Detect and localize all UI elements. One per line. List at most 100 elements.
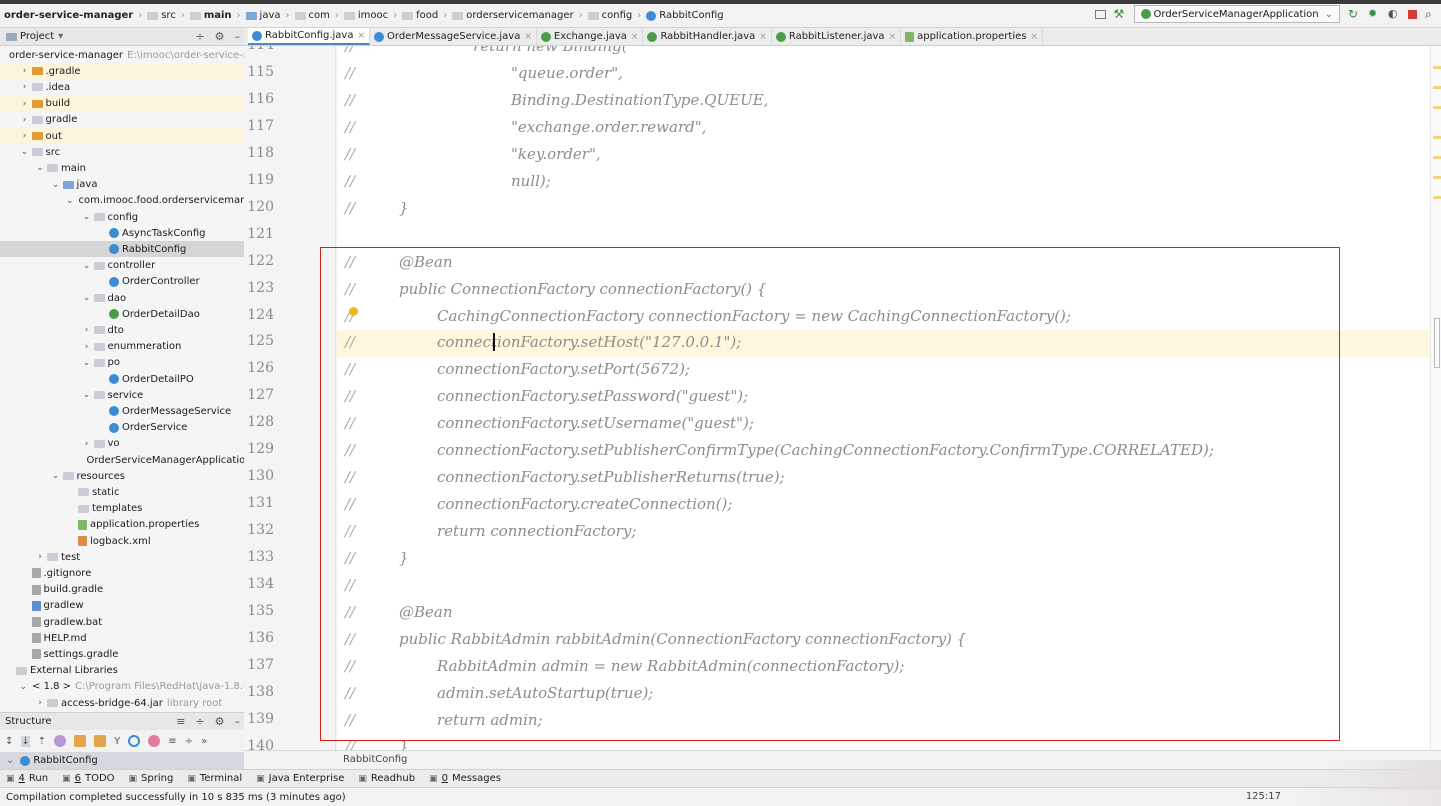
more-icon[interactable]: » (201, 736, 207, 747)
editor-tab[interactable]: OrderMessageService.java × (370, 28, 537, 45)
close-icon[interactable]: × (631, 32, 639, 42)
collapse-icon[interactable]: ÷ (185, 736, 193, 747)
breadcrumb-item[interactable]: imooc (343, 10, 388, 21)
chevron-down-icon[interactable]: ⌄ (35, 163, 45, 173)
tree-item[interactable]: gradlew.bat (0, 614, 244, 630)
collapse-all-icon[interactable]: ÷ (195, 30, 204, 43)
chevron-right-icon[interactable]: › (82, 325, 92, 335)
tree-item[interactable]: › .idea (0, 79, 244, 95)
tree-item[interactable]: › dto (0, 322, 244, 338)
code-line[interactable]: // connectionFactory.setPublisherReturns(… (337, 465, 1430, 492)
tool-window-button[interactable]: ▣ Spring (129, 773, 174, 784)
code-line[interactable]: // return admin; (337, 708, 1430, 735)
tree-item[interactable]: › gradle (0, 112, 244, 128)
code-line[interactable]: // @Bean (337, 250, 1430, 277)
tool-window-button[interactable]: ▣ 4 Run (6, 773, 48, 784)
tree-item[interactable]: HELP.md (0, 630, 244, 646)
chevron-right-icon[interactable]: › (82, 342, 92, 352)
chevron-down-icon[interactable]: ⌄ (20, 147, 30, 157)
code-line[interactable]: // public RabbitAdmin rabbitAdmin(Connect… (337, 627, 1430, 654)
stop-icon[interactable] (1408, 9, 1417, 19)
tool-window-button[interactable]: ▣ 0 Messages (429, 773, 501, 784)
chevron-right-icon[interactable]: › (35, 698, 45, 708)
code-line[interactable]: //} (337, 196, 1430, 223)
tree-item[interactable]: › access-bridge-64.jar library root (0, 695, 244, 711)
editor-tab[interactable]: RabbitConfig.java × (248, 28, 371, 45)
tree-item[interactable]: ⌄ main (0, 160, 244, 176)
tree-item[interactable]: OrderDetailPO (0, 371, 244, 387)
chevron-down-icon[interactable]: ⌄ (82, 261, 92, 271)
gear-icon[interactable]: ⚙ (215, 715, 225, 728)
sort-alpha-icon[interactable]: ↓ (21, 735, 30, 747)
code-line[interactable]: // "key.order", (337, 142, 1430, 169)
code-line[interactable]: // (337, 573, 1430, 600)
tree-item[interactable]: › enummeration (0, 339, 244, 355)
show-inherited-icon[interactable]: ⇡ (38, 736, 46, 747)
tree-item[interactable]: .gitignore (0, 565, 244, 581)
code-line[interactable]: //CachingConnectionFactory connectionFac… (337, 304, 1430, 331)
tree-item[interactable]: › out (0, 128, 244, 144)
tree-item[interactable]: › build (0, 95, 244, 112)
tree-item[interactable]: OrderController (0, 274, 244, 290)
tool-window-button[interactable]: ▣ Java Enterprise (256, 773, 344, 784)
code-line[interactable]: // return connectionFactory; (337, 519, 1430, 546)
breadcrumb-item[interactable]: orderservicemanager (452, 10, 574, 21)
code-editor[interactable]: // return new Binding(//"queue.order",//… (337, 46, 1430, 750)
code-line[interactable]: //} (337, 546, 1430, 573)
editor-tab[interactable]: RabbitListener.java × (772, 28, 902, 45)
tree-item[interactable]: ⌄ com.imooc.food.orderservicemanag (0, 193, 244, 209)
code-line[interactable]: // admin.setAutoStartup(true); (337, 681, 1430, 708)
code-line[interactable]: // connectionFactory.setUsername("guest")… (337, 411, 1430, 438)
code-line[interactable]: // connectionFactory.setPort(5672); (337, 357, 1430, 384)
close-icon[interactable]: × (1030, 32, 1038, 42)
chevron-right-icon[interactable]: › (20, 82, 30, 92)
code-line[interactable]: //} (337, 735, 1430, 750)
close-icon[interactable]: × (889, 32, 897, 42)
chevron-down-icon[interactable]: ⌄ (82, 212, 92, 222)
tree-item[interactable]: settings.gradle (0, 646, 244, 662)
structure-item[interactable]: ⌄ RabbitConfig (0, 752, 244, 769)
expand-icon[interactable]: ≡ (168, 736, 176, 747)
tree-item[interactable]: application.properties (0, 517, 244, 533)
tree-item[interactable]: › .gradle (0, 63, 244, 80)
tool-window-button[interactable]: ▣ Readhub (358, 773, 415, 784)
chevron-down-icon[interactable]: ⌄ (66, 196, 74, 206)
coverage-icon[interactable]: ◐ (1388, 8, 1400, 20)
tree-item[interactable]: OrderService (0, 420, 244, 436)
tree-item[interactable]: ⌄ service (0, 387, 244, 403)
code-line[interactable]: // Binding.DestinationType.QUEUE, (337, 88, 1430, 115)
tree-item[interactable]: RabbitConfig (0, 241, 244, 258)
chevron-right-icon[interactable]: › (20, 115, 30, 125)
chevron-right-icon[interactable]: › (82, 439, 92, 449)
tool-window-button[interactable]: ▣ Terminal (187, 773, 242, 784)
sort-by-type-icon[interactable]: ↕ (5, 736, 13, 747)
breadcrumb-item[interactable]: order-service-manager (4, 10, 133, 21)
chevron-right-icon[interactable]: › (20, 66, 30, 76)
project-panel-title[interactable]: Project (20, 31, 54, 42)
editor-tab[interactable]: RabbitHandler.java × (643, 28, 772, 45)
breadcrumb-item[interactable]: src (147, 10, 176, 21)
expand-all-icon[interactable]: ≡ (176, 715, 185, 728)
show-properties-icon[interactable] (54, 735, 67, 747)
show-nonpublic-icon[interactable] (94, 735, 107, 747)
code-line[interactable]: // null); (337, 169, 1430, 196)
code-line[interactable]: // RabbitAdmin admin = new RabbitAdmin(co… (337, 654, 1430, 681)
tree-item[interactable]: ⌄ po (0, 355, 244, 371)
tree-item[interactable]: OrderMessageService (0, 403, 244, 419)
code-line[interactable]: // @Bean (337, 600, 1430, 627)
chevron-right-icon[interactable]: › (20, 131, 30, 141)
tree-item[interactable]: logback.xml (0, 533, 244, 549)
debug-bug-icon[interactable]: ✹ (1368, 8, 1380, 20)
caret-position[interactable]: 125:17 (1246, 791, 1281, 802)
scroll-thumb[interactable] (1434, 318, 1440, 368)
editor-tab[interactable]: application.properties × (901, 28, 1044, 45)
search-icon[interactable]: ⌕ (1425, 8, 1437, 20)
show-anonymous-icon[interactable] (128, 735, 141, 747)
tree-item[interactable]: build.gradle (0, 582, 244, 598)
gear-icon[interactable]: ⚙ (215, 30, 225, 43)
tree-item[interactable]: gradlew (0, 598, 244, 614)
chevron-down-icon[interactable]: ⌄ (82, 358, 92, 368)
breadcrumb-item[interactable]: RabbitConfig (646, 10, 724, 21)
tree-item[interactable]: ⌄ src (0, 144, 244, 160)
tree-item[interactable]: static (0, 484, 244, 500)
